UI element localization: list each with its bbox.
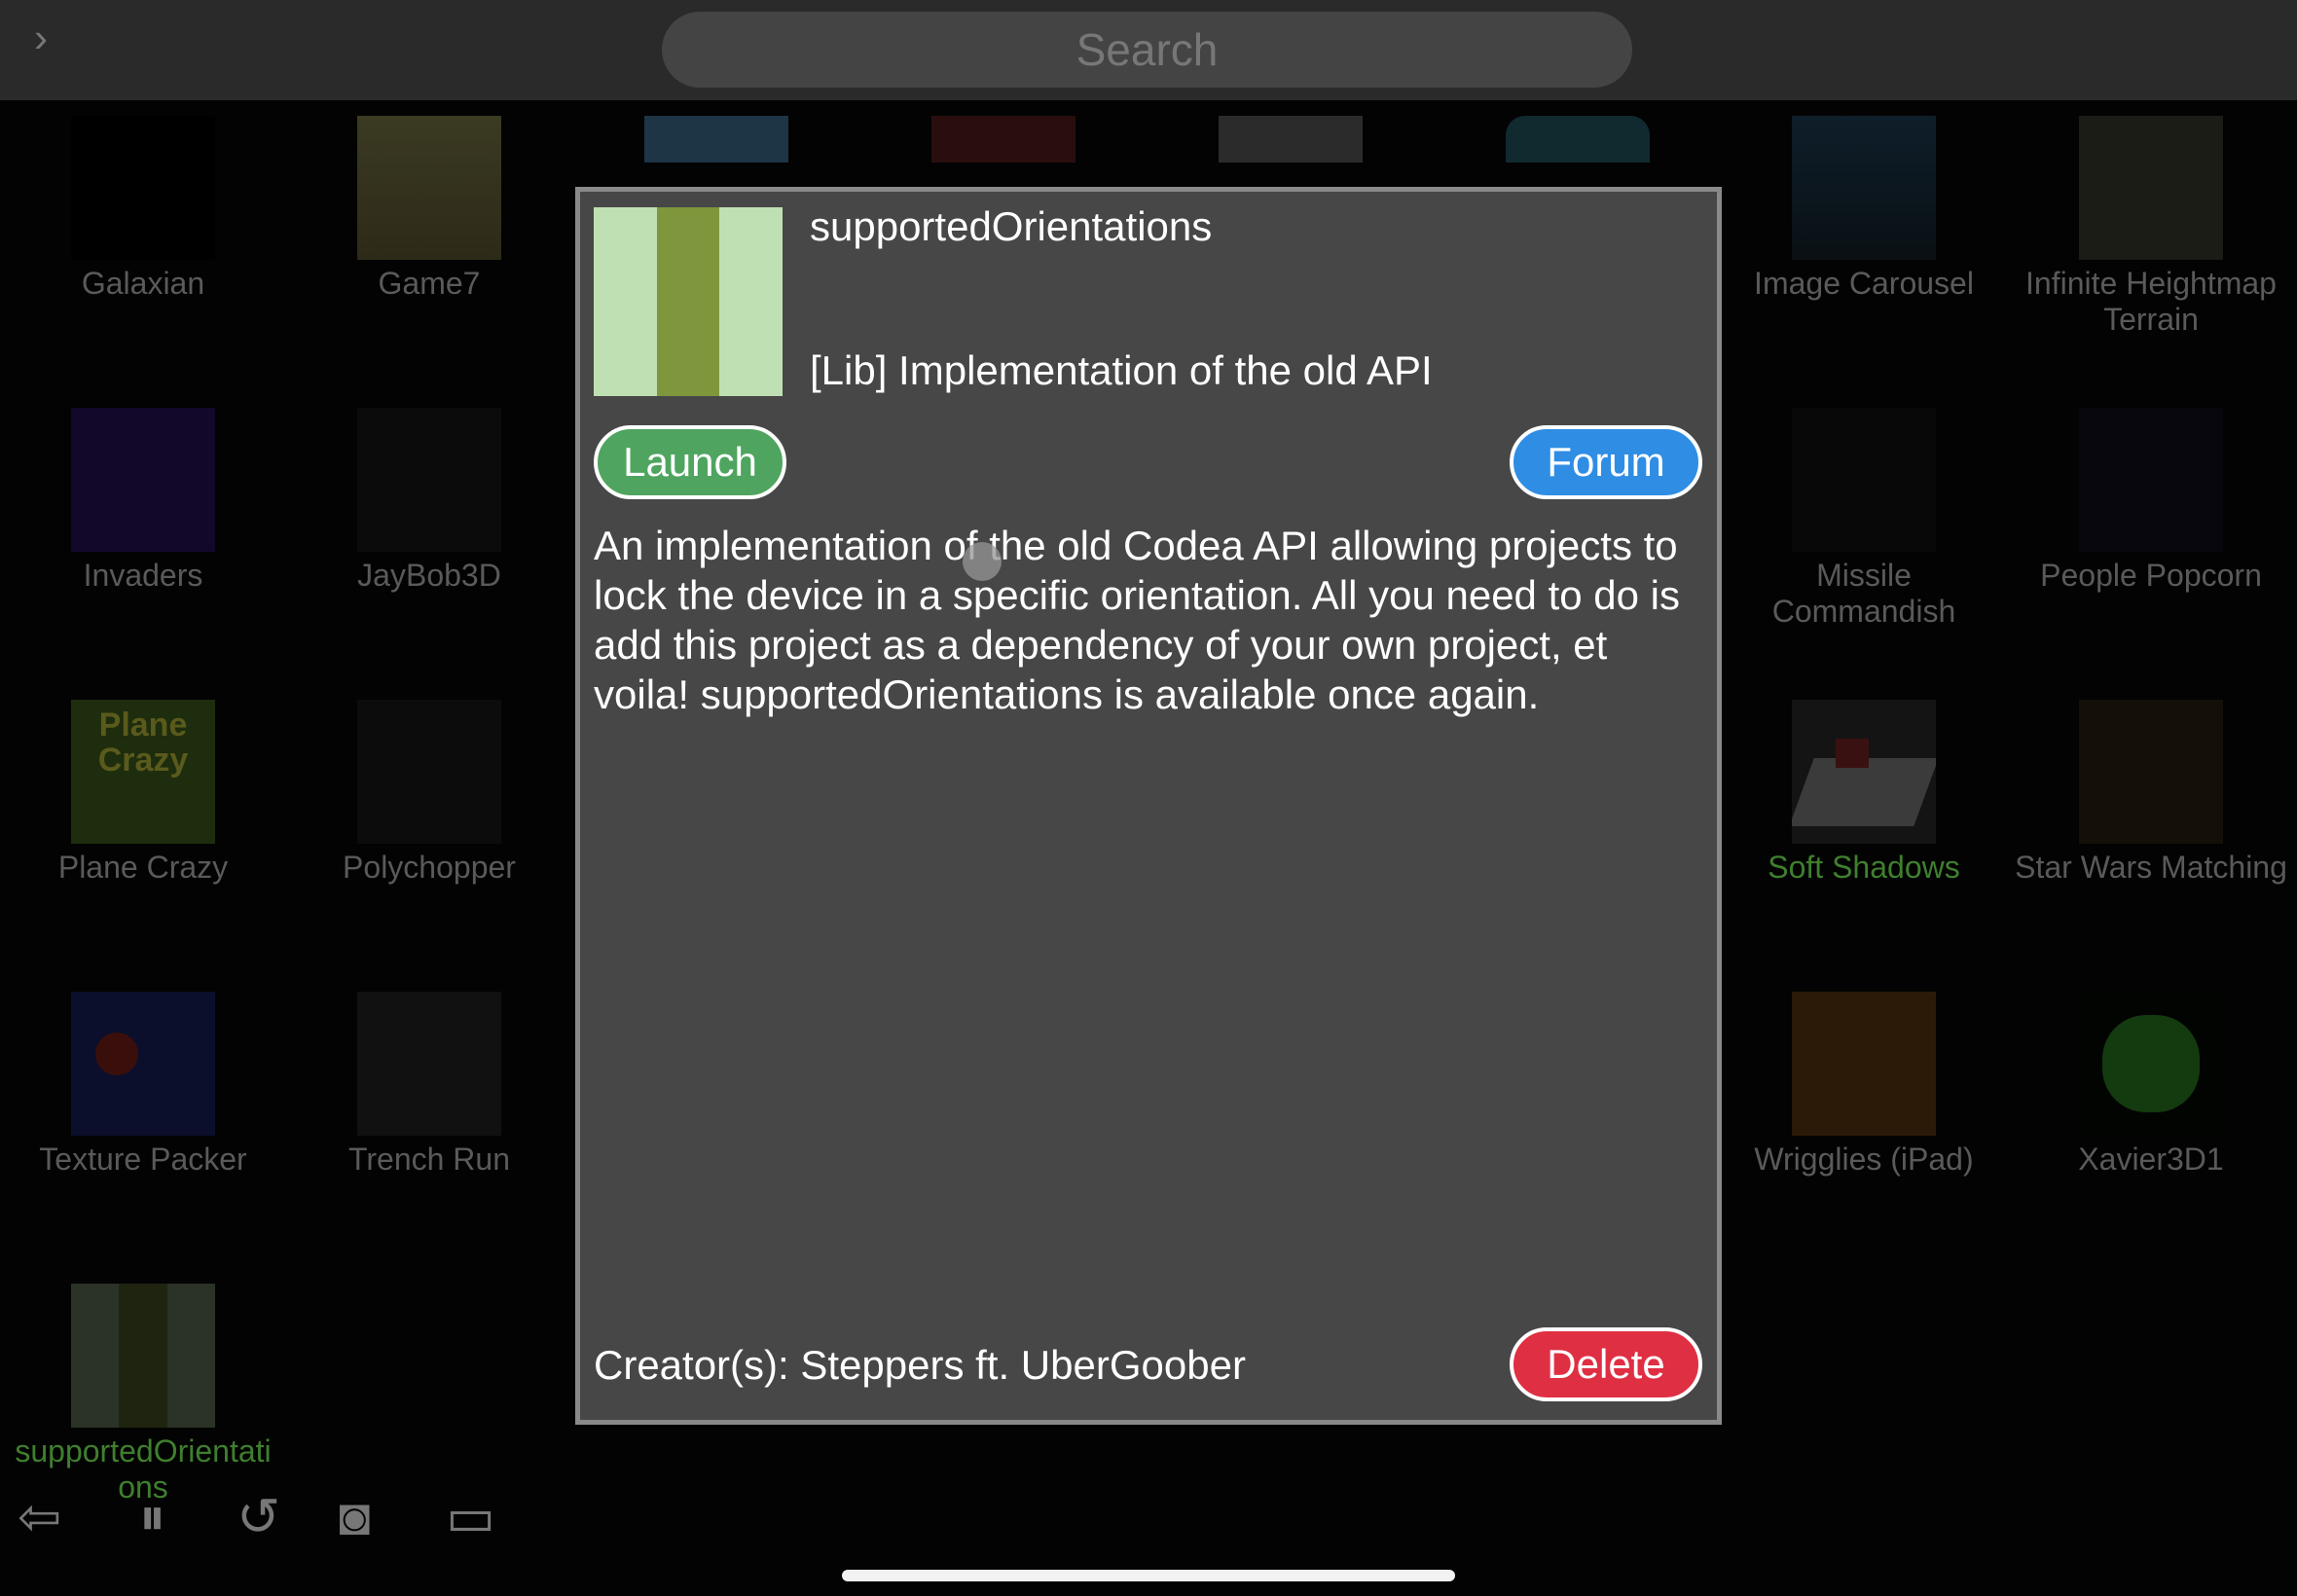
plane-crazy-thumbnail: Plane Crazy <box>71 700 215 844</box>
touch-indicator <box>963 542 1002 581</box>
project-label: Galaxian <box>81 266 205 301</box>
camera-icon[interactable]: ◙ <box>339 1487 371 1547</box>
project-subtitle: [Lib] Implementation of the old API <box>810 347 1433 393</box>
project-label: Texture Packer <box>39 1142 247 1177</box>
hidden-project-thumbnail <box>1219 116 1363 163</box>
project-tile[interactable]: Galaxian <box>7 116 279 302</box>
project-icon <box>594 207 783 396</box>
project-label: Trench Run <box>348 1142 510 1177</box>
home-indicator[interactable] <box>842 1570 1455 1581</box>
project-label: Xavier3D1 <box>2078 1142 2224 1177</box>
project-tile[interactable]: Star Wars Matching <box>2015 700 2287 886</box>
project-tile[interactable]: Image Carousel <box>1728 116 2000 302</box>
trench-run-thumbnail <box>357 992 501 1136</box>
jaybob3d-thumbnail <box>357 408 501 552</box>
project-info-dialog: supportedOrientations [Lib] Implementati… <box>575 187 1722 1425</box>
project-tile[interactable]: Game7 <box>293 116 565 302</box>
project-tile[interactable]: People Popcorn <box>2015 408 2287 594</box>
bottom-toolbar: ⇦ ⏸ ↺ ◙ ▭ <box>18 1487 524 1547</box>
launch-button[interactable]: Launch <box>594 425 786 499</box>
blob-shape <box>2102 1015 2200 1112</box>
project-label: Wrigglies (iPad) <box>1754 1142 1974 1177</box>
project-label: Game7 <box>378 266 481 301</box>
project-tile[interactable] <box>1441 116 1714 163</box>
project-tile[interactable]: Xavier3D1 <box>2015 992 2287 1178</box>
project-label: Infinite Heightmap Terrain <box>2025 266 2277 337</box>
invaders-thumbnail <box>71 408 215 552</box>
project-label: Star Wars Matching <box>2015 850 2287 885</box>
project-tile[interactable]: JayBob3D <box>293 408 565 594</box>
stripe-shape <box>657 207 719 396</box>
search-input[interactable]: Search <box>662 12 1632 88</box>
project-tile[interactable]: Soft Shadows <box>1728 700 2000 886</box>
hidden-project-thumbnail <box>1506 116 1650 163</box>
pause-icon[interactable]: ⏸ <box>139 1487 165 1547</box>
project-creator: Creator(s): Steppers ft. UberGoober <box>594 1342 1246 1388</box>
hidden-project-thumbnail <box>931 116 1076 163</box>
project-label: Missile Commandish <box>1771 558 1956 629</box>
star-wars-matching-thumbnail <box>2079 700 2223 844</box>
supported-orientations-thumbnail <box>71 1284 215 1428</box>
project-label: People Popcorn <box>2040 558 2262 593</box>
project-label: Invaders <box>83 558 203 593</box>
project-tile[interactable]: Infinite Heightmap Terrain <box>2015 116 2287 338</box>
stripe-shape <box>119 1284 167 1428</box>
hidden-project-thumbnail <box>644 116 788 163</box>
project-label: JayBob3D <box>357 558 501 593</box>
project-tile[interactable]: Texture Packer <box>7 992 279 1178</box>
image-carousel-thumbnail <box>1792 116 1936 260</box>
project-tile[interactable] <box>1154 116 1427 163</box>
wrigglies-thumbnail <box>1792 992 1936 1136</box>
xavier3d1-thumbnail <box>2079 992 2223 1136</box>
project-tile[interactable]: Polychopper <box>293 700 565 886</box>
restart-icon[interactable]: ↺ <box>237 1487 280 1547</box>
project-tile[interactable] <box>867 116 1140 163</box>
project-tile[interactable]: Plane Crazy Plane Crazy <box>7 700 279 886</box>
soft-shadows-thumbnail <box>1792 700 1936 844</box>
ball-shape <box>95 1033 138 1075</box>
cube-shape <box>1836 739 1869 768</box>
forum-button[interactable]: Forum <box>1510 425 1702 499</box>
project-label: Plane Crazy <box>57 850 229 885</box>
project-label: Polychopper <box>343 850 516 885</box>
delete-button[interactable]: Delete <box>1510 1327 1702 1401</box>
project-tile[interactable]: Invaders <box>7 408 279 594</box>
back-arrow-icon[interactable]: ⇦ <box>18 1487 61 1547</box>
project-tile[interactable] <box>580 116 853 163</box>
project-title: supportedOrientations <box>810 203 1213 249</box>
galaxian-thumbnail <box>71 116 215 260</box>
polychopper-thumbnail <box>357 700 501 844</box>
game7-thumbnail <box>357 116 501 260</box>
project-description: An implementation of the old Codea API a… <box>594 523 1680 717</box>
plane-crazy-logo-text: Plane Crazy <box>97 707 189 779</box>
people-popcorn-thumbnail <box>2079 408 2223 552</box>
project-tile[interactable]: Wrigglies (iPad) <box>1728 992 2000 1178</box>
chevron-right-icon[interactable]: › <box>23 16 58 60</box>
project-tile[interactable]: Trench Run <box>293 992 565 1178</box>
missile-thumbnail <box>1792 408 1936 552</box>
project-label: Image Carousel <box>1754 266 1974 301</box>
top-bar: › Search <box>0 0 2297 102</box>
project-tile[interactable]: Missile Commandish <box>1728 408 2000 630</box>
project-tile[interactable]: supportedOrientati ons <box>7 1284 279 1505</box>
plane-shape <box>1792 758 1936 826</box>
project-label: Soft Shadows <box>1768 850 1960 885</box>
terrain-thumbnail <box>2079 116 2223 260</box>
video-camera-icon[interactable]: ▭ <box>446 1487 495 1547</box>
texture-packer-thumbnail <box>71 992 215 1136</box>
